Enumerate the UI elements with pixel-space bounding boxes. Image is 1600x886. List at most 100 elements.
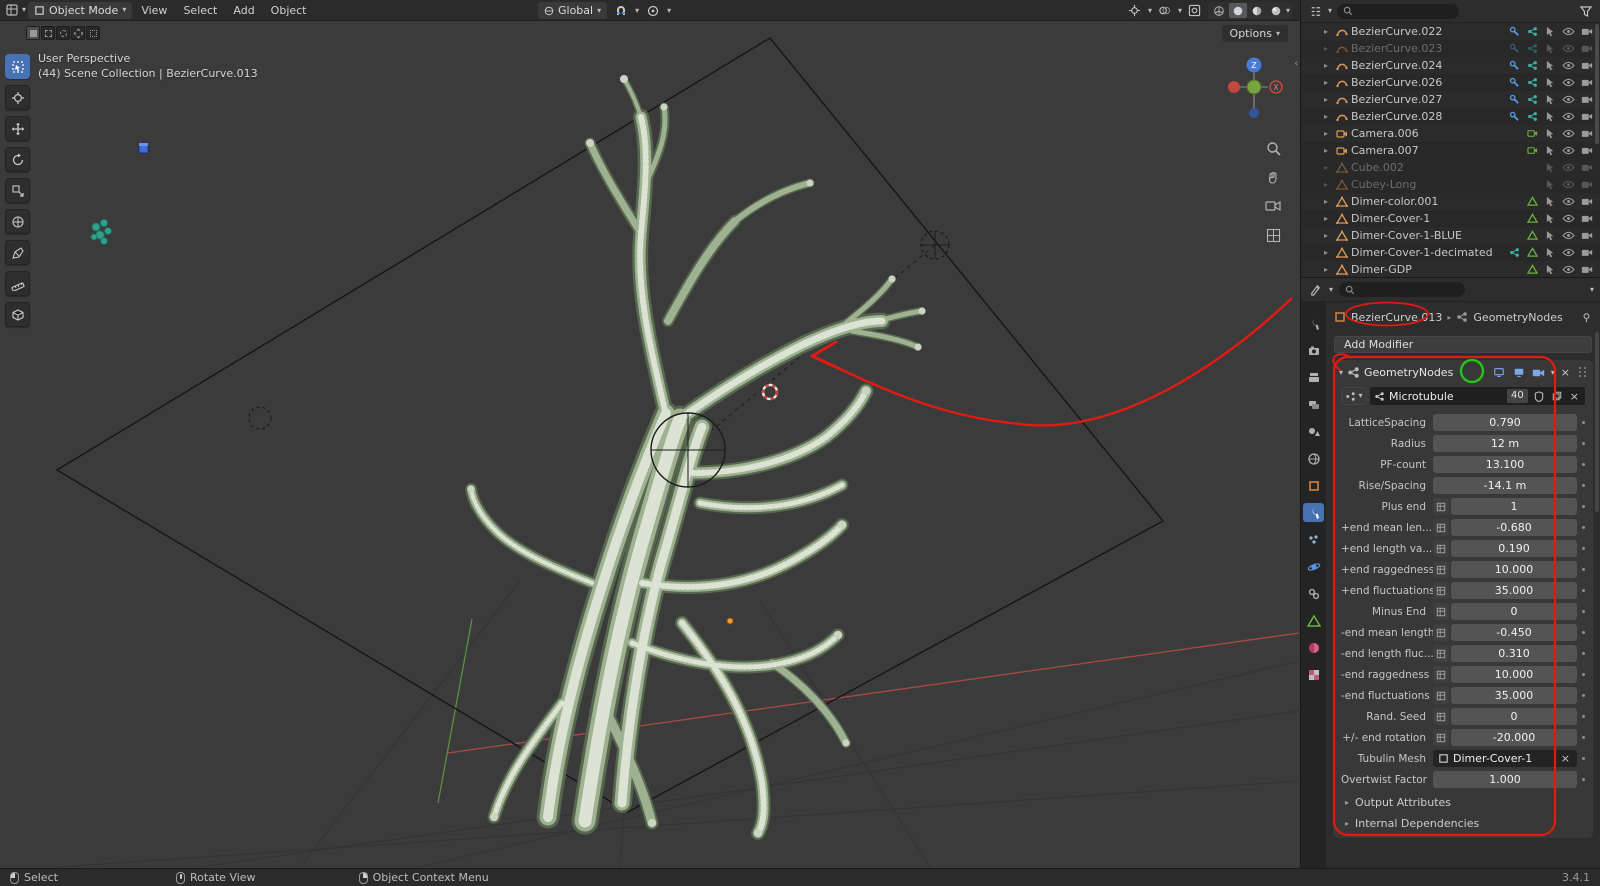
hide-eye-icon[interactable] bbox=[1561, 95, 1576, 104]
editor-type-chevron-icon[interactable]: ▾ bbox=[22, 6, 26, 14]
outliner-row[interactable]: ▸ Camera.007 bbox=[1301, 142, 1600, 159]
proportional-edit-icon[interactable] bbox=[645, 3, 661, 19]
input-attribute-toggle[interactable] bbox=[1433, 582, 1449, 599]
camera-data-icon[interactable] bbox=[1525, 128, 1540, 139]
orientation-dropdown[interactable]: Global ▾ bbox=[538, 2, 608, 19]
render-visibility-icon[interactable] bbox=[1579, 197, 1594, 206]
expand-arrow-icon[interactable]: ▸ bbox=[1324, 27, 1332, 36]
pin-icon[interactable] bbox=[1581, 312, 1592, 323]
render-visibility-icon[interactable] bbox=[1579, 61, 1594, 70]
hide-eye-icon[interactable] bbox=[1561, 197, 1576, 206]
outliner-row[interactable]: ▸ BezierCurve.023 bbox=[1301, 40, 1600, 57]
mode-dropdown[interactable]: Object Mode ▾ bbox=[28, 1, 133, 19]
select-mode-button[interactable] bbox=[71, 26, 85, 40]
object-name[interactable]: Camera.006 bbox=[1351, 127, 1419, 140]
outliner-row[interactable]: ▸ BezierCurve.027 bbox=[1301, 91, 1600, 108]
geometry-nodes-icon[interactable] bbox=[1525, 111, 1540, 122]
tab-world[interactable] bbox=[1303, 449, 1324, 468]
geometry-nodes-icon[interactable] bbox=[1525, 77, 1540, 88]
hide-eye-icon[interactable] bbox=[1561, 61, 1576, 70]
selectable-pointer-icon[interactable] bbox=[1543, 145, 1558, 156]
xray-toggle-icon[interactable] bbox=[1187, 3, 1203, 19]
menu-view[interactable]: View bbox=[134, 2, 174, 19]
modifier-realtime-toggle-icon[interactable] bbox=[1511, 365, 1527, 380]
input-attribute-toggle[interactable] bbox=[1433, 624, 1449, 641]
animate-dot[interactable] bbox=[1577, 484, 1589, 487]
modifier-name[interactable]: GeometryNodes bbox=[1364, 366, 1453, 379]
selectable-pointer-icon[interactable] bbox=[1543, 213, 1558, 224]
filter-icon[interactable] bbox=[1578, 3, 1594, 19]
object-name[interactable]: Cube.002 bbox=[1351, 161, 1404, 174]
selectable-pointer-icon[interactable] bbox=[1543, 247, 1558, 258]
animate-dot[interactable] bbox=[1577, 631, 1589, 634]
options-dropdown[interactable]: Options ▾ bbox=[1221, 25, 1288, 42]
render-visibility-icon[interactable] bbox=[1579, 78, 1594, 87]
animate-dot[interactable] bbox=[1577, 547, 1589, 550]
hide-eye-icon[interactable] bbox=[1561, 146, 1576, 155]
expand-arrow-icon[interactable]: ▸ bbox=[1324, 231, 1332, 240]
animate-dot[interactable] bbox=[1577, 736, 1589, 739]
editor-type-icon[interactable] bbox=[4, 2, 20, 18]
unlink-icon[interactable]: × bbox=[1568, 390, 1581, 403]
object-name[interactable]: BezierCurve.022 bbox=[1351, 25, 1442, 38]
modifier-wrench-icon[interactable] bbox=[1507, 77, 1522, 88]
render-visibility-icon[interactable] bbox=[1579, 231, 1594, 240]
param-value-field[interactable]: 0.190 bbox=[1451, 540, 1577, 557]
expand-arrow-icon[interactable]: ▸ bbox=[1324, 214, 1332, 223]
tab-output[interactable] bbox=[1303, 368, 1324, 387]
tool-move[interactable] bbox=[5, 116, 30, 141]
editor-type-chevron-icon[interactable]: ▾ bbox=[1329, 285, 1333, 294]
object-name[interactable]: BezierCurve.027 bbox=[1351, 93, 1442, 106]
node-group-name[interactable]: Microtubule bbox=[1389, 390, 1503, 403]
render-visibility-icon[interactable] bbox=[1579, 214, 1594, 223]
tool-add-primitive[interactable] bbox=[5, 302, 30, 327]
animate-dot[interactable] bbox=[1577, 463, 1589, 466]
param-value-field[interactable]: 0.790 bbox=[1433, 414, 1577, 431]
expand-arrow-icon[interactable]: ▸ bbox=[1324, 146, 1332, 155]
geometry-nodes-icon[interactable] bbox=[1525, 60, 1540, 71]
input-attribute-toggle[interactable] bbox=[1433, 498, 1449, 515]
expand-arrow-icon[interactable]: ▸ bbox=[1324, 180, 1332, 189]
render-visibility-icon[interactable] bbox=[1579, 180, 1594, 189]
object-name[interactable]: BezierCurve.026 bbox=[1351, 76, 1442, 89]
outliner-row[interactable]: ▸ Dimer-Cover-1-BLUE bbox=[1301, 227, 1600, 244]
mesh-data-icon[interactable] bbox=[1525, 230, 1540, 241]
tab-tool[interactable] bbox=[1303, 314, 1324, 333]
object-name[interactable]: BezierCurve.028 bbox=[1351, 110, 1442, 123]
animate-dot[interactable] bbox=[1577, 694, 1589, 697]
menu-object[interactable]: Object bbox=[264, 2, 314, 19]
mesh-data-icon[interactable] bbox=[1525, 213, 1540, 224]
tool-measure[interactable] bbox=[5, 271, 30, 296]
outliner-row[interactable]: ▸ BezierCurve.026 bbox=[1301, 74, 1600, 91]
param-value-field[interactable]: -14.1 m bbox=[1433, 477, 1577, 494]
tool-annotate[interactable] bbox=[5, 240, 30, 265]
param-value-field[interactable]: 10.000 bbox=[1451, 666, 1577, 683]
expand-arrow-icon[interactable]: ▸ bbox=[1324, 44, 1332, 53]
hide-eye-icon[interactable] bbox=[1561, 248, 1576, 257]
selectable-pointer-icon[interactable] bbox=[1543, 162, 1558, 173]
section-output-attributes[interactable]: ▸ Output Attributes bbox=[1333, 792, 1593, 813]
camera-data-icon[interactable] bbox=[1525, 145, 1540, 156]
expand-arrow-icon[interactable]: ▸ bbox=[1324, 129, 1332, 138]
panel-collapse-chevron-icon[interactable]: ▾ bbox=[1339, 368, 1343, 377]
selectable-pointer-icon[interactable] bbox=[1543, 43, 1558, 54]
selectable-pointer-icon[interactable] bbox=[1543, 26, 1558, 37]
input-attribute-toggle[interactable] bbox=[1433, 645, 1449, 662]
input-attribute-toggle[interactable] bbox=[1433, 666, 1449, 683]
selectable-pointer-icon[interactable] bbox=[1543, 94, 1558, 105]
geometry-nodes-icon[interactable] bbox=[1525, 26, 1540, 37]
expand-arrow-icon[interactable]: ▸ bbox=[1324, 163, 1332, 172]
tool-transform[interactable] bbox=[5, 209, 30, 234]
animate-dot[interactable] bbox=[1577, 421, 1589, 424]
animate-dot[interactable] bbox=[1577, 673, 1589, 676]
hide-eye-icon[interactable] bbox=[1561, 112, 1576, 121]
tab-view-layer[interactable] bbox=[1303, 395, 1324, 414]
input-attribute-toggle[interactable] bbox=[1433, 603, 1449, 620]
animate-dot[interactable] bbox=[1577, 715, 1589, 718]
mesh-data-icon[interactable] bbox=[1525, 264, 1540, 275]
hide-eye-icon[interactable] bbox=[1561, 27, 1576, 36]
outliner-scrollbar[interactable] bbox=[1595, 24, 1599, 144]
tab-modifiers[interactable] bbox=[1303, 503, 1324, 522]
modifier-close-icon[interactable]: × bbox=[1559, 366, 1572, 379]
breadcrumb-modifier[interactable]: GeometryNodes bbox=[1473, 311, 1562, 324]
